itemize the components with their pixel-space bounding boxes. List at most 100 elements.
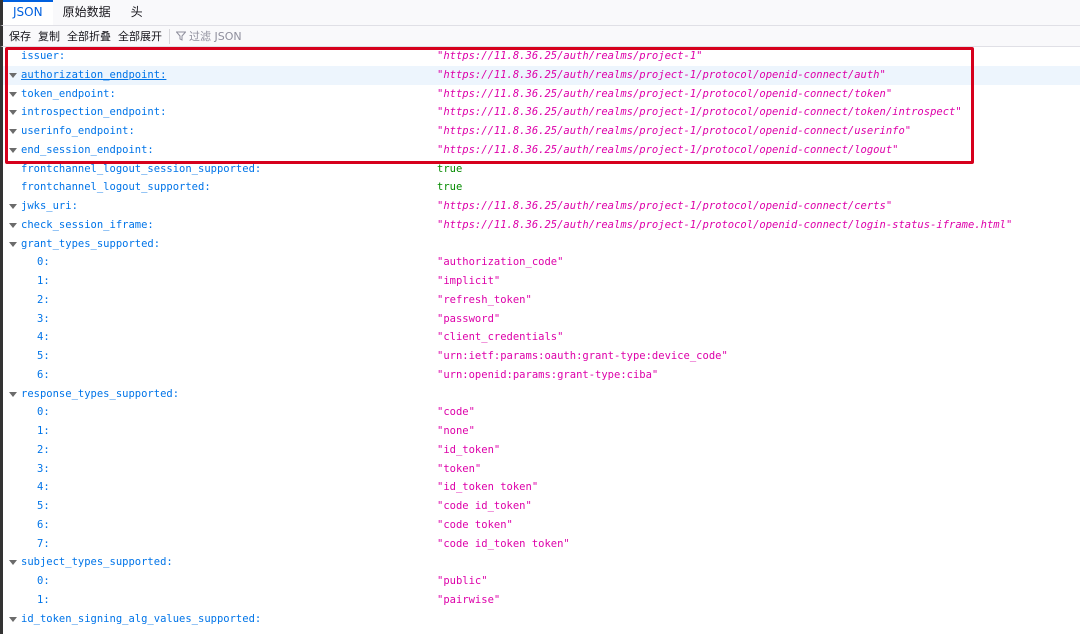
expand-toggle-icon[interactable] [9, 391, 17, 397]
json-row[interactable]: id_token_signing_alg_values_supported: [3, 610, 1080, 629]
filter-placeholder: 过滤 JSON [189, 30, 242, 43]
json-key: grant_types_supported: [21, 237, 161, 250]
json-key: 5: [37, 500, 50, 512]
tab-headers[interactable]: 头 [121, 0, 153, 25]
json-key: frontchannel_logout_session_supported: [21, 162, 262, 175]
json-value: "public" [437, 575, 488, 587]
filter-input[interactable]: 过滤 JSON [176, 28, 242, 44]
tab-json[interactable]: JSON [3, 0, 53, 25]
expand-toggle-icon[interactable] [9, 560, 17, 566]
json-value: "https://11.8.36.25/auth/realms/project-… [437, 218, 1013, 231]
json-key: 2: [37, 293, 50, 306]
json-row[interactable]: 3: "token" [3, 460, 1080, 479]
json-value: "authorization_code" [437, 256, 564, 269]
json-key: 1: [37, 593, 50, 606]
json-value: "https://11.8.36.25/auth/realms/project-… [437, 143, 899, 156]
json-row[interactable]: 4: "id_token token" [3, 478, 1080, 497]
expand-toggle-icon[interactable] [9, 241, 17, 247]
json-row[interactable]: 2: "id_token" [3, 441, 1080, 460]
json-key: 0: [37, 406, 50, 419]
json-row[interactable]: token_endpoint: "https://11.8.36.25/auth/… [3, 85, 1080, 104]
expand-toggle-icon[interactable] [9, 147, 17, 153]
tab-raw-data[interactable]: 原始数据 [53, 0, 121, 25]
json-key: 0: [37, 575, 50, 587]
json-value: "pairwise" [437, 593, 501, 606]
json-key: 1: [37, 275, 50, 287]
json-key: token_endpoint: [21, 87, 116, 100]
json-row[interactable]: 6: "code token" [3, 516, 1080, 535]
expand-toggle-icon[interactable] [9, 204, 17, 209]
json-value: "https://11.8.36.25/auth/realms/project-… [437, 87, 893, 100]
json-value: "refresh_token" [437, 293, 532, 306]
json-value: true [437, 162, 463, 175]
json-key: issuer: [21, 50, 66, 62]
json-row[interactable]: 2: "refresh_token" [3, 291, 1080, 310]
json-row[interactable]: frontchannel_logout_session_supported: tr… [3, 160, 1080, 179]
json-row[interactable]: frontchannel_logout_supported: true [3, 178, 1080, 197]
json-row[interactable]: issuer: "https://11.8.36.25/auth/realms/p… [3, 47, 1080, 66]
json-row[interactable]: 7: "code id_token token" [3, 535, 1080, 554]
filter-icon [176, 31, 186, 41]
copy-button[interactable]: 复制 [38, 28, 60, 44]
json-key: 5: [37, 350, 50, 362]
json-row[interactable]: 4: "client_credentials" [3, 328, 1080, 347]
json-key: 4: [37, 331, 50, 344]
json-value: "https://11.8.36.25/auth/realms/project-… [437, 50, 703, 62]
json-value: "code id_token" [437, 500, 532, 512]
json-value: "urn:ietf:params:oauth:grant-type:device… [437, 350, 728, 362]
tab-bar: JSON 原始数据 头 [0, 0, 1080, 26]
json-row[interactable]: end_session_endpoint: "https://11.8.36.25… [3, 141, 1080, 160]
json-key: 3: [37, 462, 50, 475]
json-row[interactable]: 5: "urn:ietf:params:oauth:grant-type:devi… [3, 347, 1080, 366]
json-value: "https://11.8.36.25/auth/realms/project-… [437, 200, 893, 212]
json-value: "none" [437, 425, 475, 437]
json-key: 3: [37, 312, 50, 325]
json-row[interactable]: 0: "code" [3, 403, 1080, 422]
json-key: userinfo_endpoint: [21, 125, 135, 137]
json-value: "https://11.8.36.25/auth/realms/project-… [437, 68, 886, 81]
json-row[interactable]: subject_types_supported: [3, 553, 1080, 572]
json-row[interactable]: introspection_endpoint: "https://11.8.36.… [3, 103, 1080, 122]
json-value: "https://11.8.36.25/auth/realms/project-… [437, 106, 962, 119]
json-value: "password" [437, 312, 501, 325]
json-key: id_token_signing_alg_values_supported: [21, 612, 262, 625]
json-row[interactable]: 0: "public" [3, 572, 1080, 591]
json-row[interactable]: check_session_iframe: "https://11.8.36.25… [3, 216, 1080, 235]
json-value: "code" [437, 406, 475, 419]
json-value: "urn:openid:params:grant-type:ciba" [437, 368, 659, 381]
json-row[interactable]: 0: "authorization_code" [3, 253, 1080, 272]
json-value: "https://11.8.36.25/auth/realms/project-… [437, 125, 912, 137]
json-value: "token" [437, 462, 482, 475]
expand-toggle-icon[interactable] [9, 616, 17, 622]
collapse-all-button[interactable]: 全部折叠 [67, 28, 111, 44]
toolbar: 保存 复制 全部折叠 全部展开 过滤 JSON [0, 26, 1080, 47]
expand-toggle-icon[interactable] [9, 110, 17, 116]
json-value: "id_token token" [437, 481, 539, 494]
expand-toggle-icon[interactable] [9, 129, 17, 134]
json-row[interactable]: jwks_uri: "https://11.8.36.25/auth/realms… [3, 197, 1080, 216]
json-key: 2: [37, 443, 50, 456]
json-value: "code token" [437, 518, 513, 531]
expand-toggle-icon[interactable] [9, 222, 17, 228]
json-row[interactable]: 1: "none" [3, 422, 1080, 441]
json-row[interactable]: userinfo_endpoint: "https://11.8.36.25/au… [3, 122, 1080, 141]
json-row[interactable]: response_types_supported: [3, 385, 1080, 404]
json-row[interactable]: 6: "urn:openid:params:grant-type:ciba" [3, 366, 1080, 385]
json-value: "code id_token token" [437, 537, 570, 550]
expand-toggle-icon[interactable] [9, 91, 17, 97]
json-row[interactable]: authorization_endpoint: "https://11.8.36.… [3, 65, 1080, 85]
expand-all-button[interactable]: 全部展开 [118, 28, 162, 44]
json-row[interactable]: grant_types_supported: [3, 235, 1080, 254]
json-key: 4: [37, 481, 50, 494]
expand-toggle-icon[interactable] [9, 72, 17, 78]
json-row[interactable]: 3: "password" [3, 310, 1080, 329]
json-value: "client_credentials" [437, 331, 564, 344]
json-key: jwks_uri: [21, 200, 78, 212]
json-row[interactable]: 1: "implicit" [3, 272, 1080, 291]
json-key: 0: [37, 256, 50, 269]
json-key: end_session_endpoint: [21, 143, 154, 156]
save-button[interactable]: 保存 [9, 28, 31, 44]
json-key: introspection_endpoint: [21, 106, 167, 119]
json-row[interactable]: 1: "pairwise" [3, 591, 1080, 610]
json-row[interactable]: 5: "code id_token" [3, 497, 1080, 516]
